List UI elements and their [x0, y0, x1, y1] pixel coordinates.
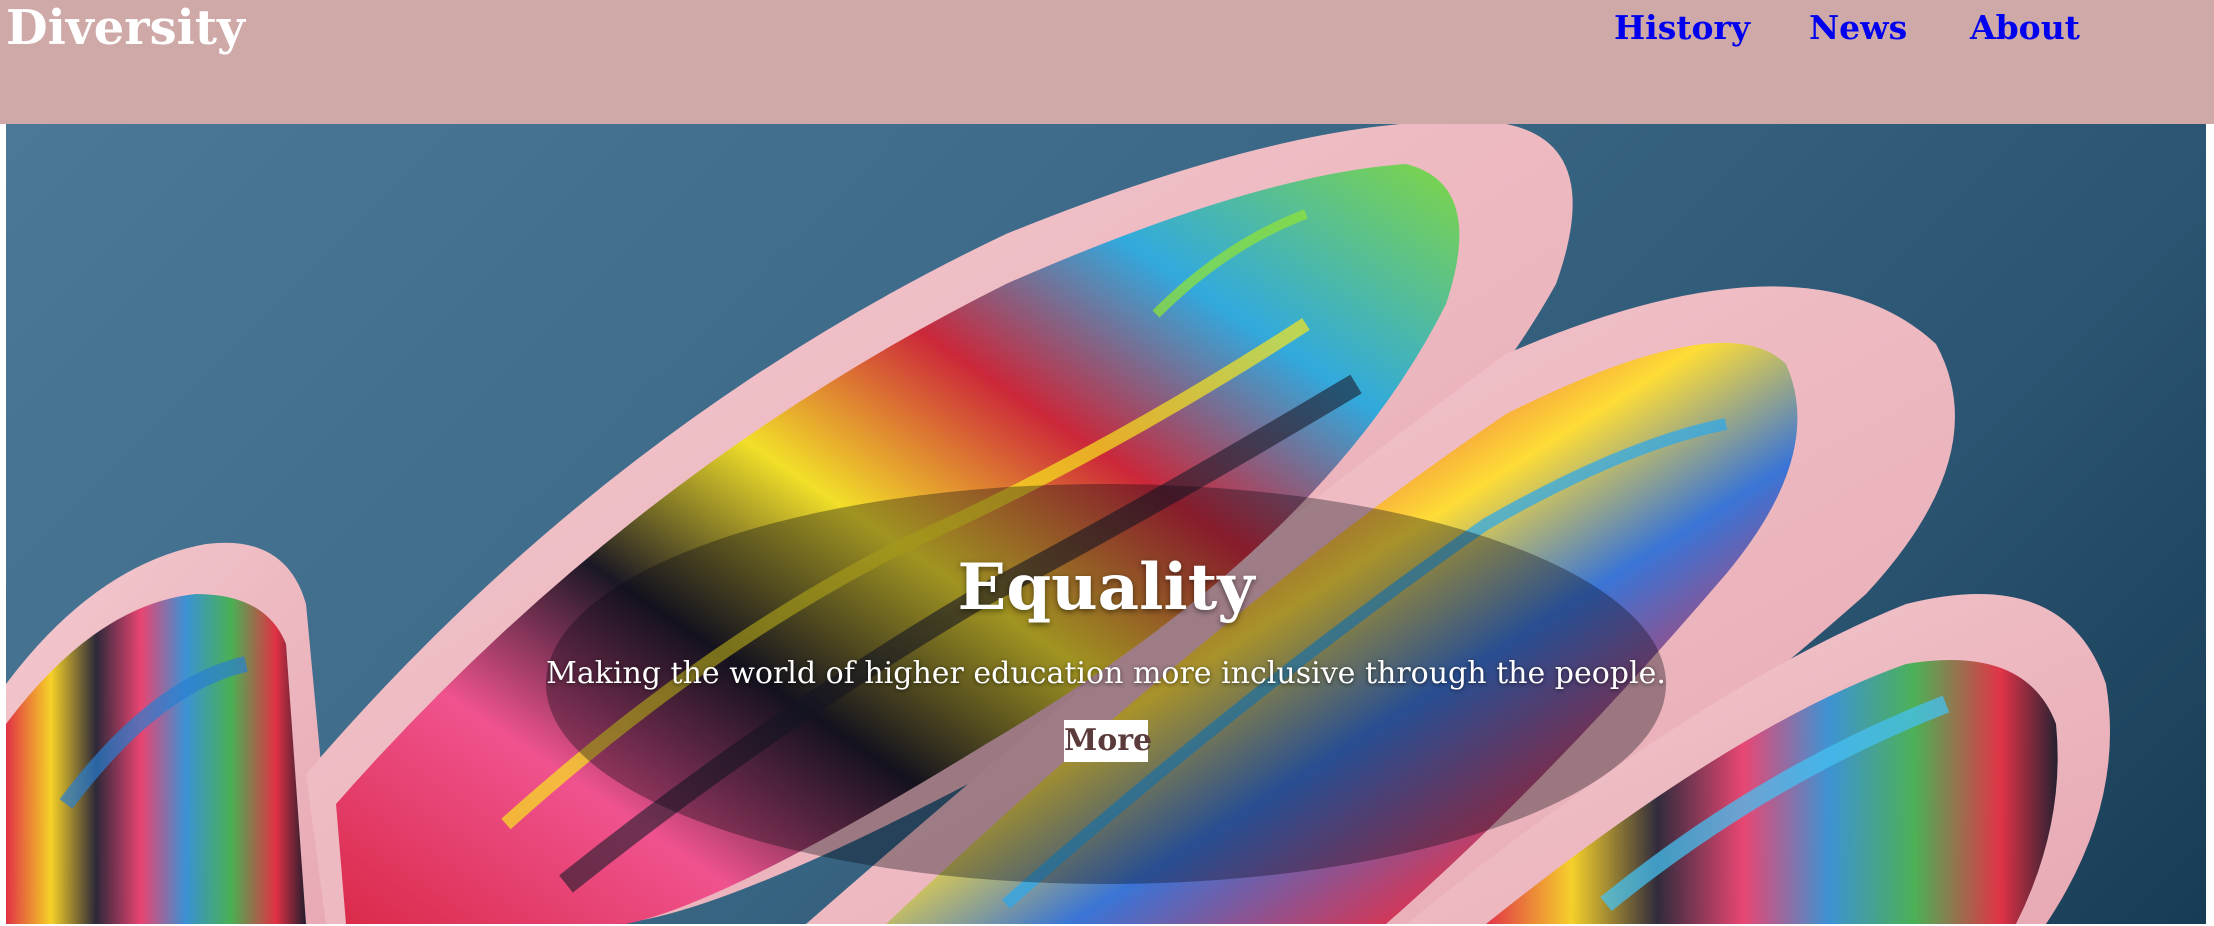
hero-title: Equality	[957, 550, 1255, 625]
hero-subtitle: Making the world of higher education mor…	[546, 656, 1666, 691]
site-brand[interactable]: Diversity	[6, 0, 245, 56]
more-button[interactable]: More	[1064, 720, 1152, 762]
nav-link-about[interactable]: About	[1970, 8, 2080, 48]
hero-content: Equality Making the world of higher educ…	[6, 124, 2206, 924]
hero-banner: Equality Making the world of higher educ…	[6, 124, 2206, 924]
nav-link-news[interactable]: News	[1809, 8, 1907, 48]
site-header: Diversity History News About	[0, 0, 2214, 124]
nav-link-history[interactable]: History	[1614, 8, 1750, 48]
